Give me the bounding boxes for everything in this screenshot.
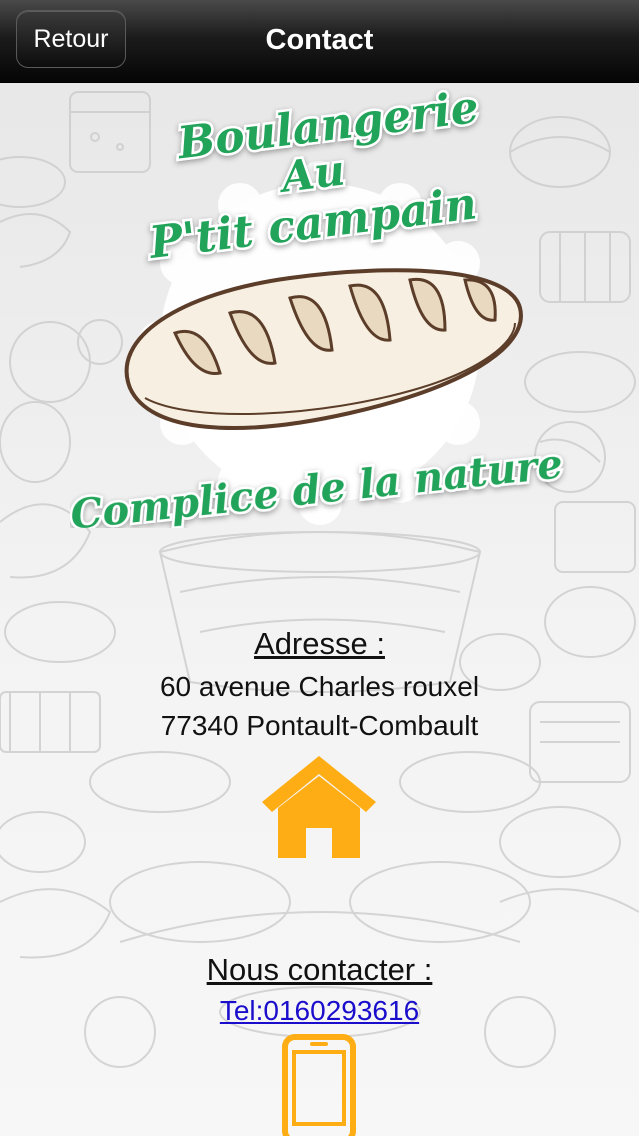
contact-screen: Retour Contact Boulangerie Au P'tit camp… xyxy=(0,0,639,1136)
address-title: Adresse : xyxy=(254,626,385,661)
home-icon[interactable] xyxy=(258,752,380,862)
bakery-logo: Boulangerie Au P'tit campain Complice de… xyxy=(70,88,567,528)
navigation-bar: Retour Contact xyxy=(0,0,639,83)
back-button[interactable]: Retour xyxy=(16,10,126,68)
contact-title: Nous contacter : xyxy=(206,952,433,987)
address-street: 60 avenue Charles rouxel xyxy=(159,671,480,702)
page-title: Contact xyxy=(265,24,374,56)
phone-link[interactable]: Tel:0160293616 xyxy=(0,995,639,1027)
phone-icon[interactable] xyxy=(282,1034,356,1136)
address-city: 77340 Pontault-Combault xyxy=(160,710,479,741)
logo-line-2: Au xyxy=(275,145,348,202)
